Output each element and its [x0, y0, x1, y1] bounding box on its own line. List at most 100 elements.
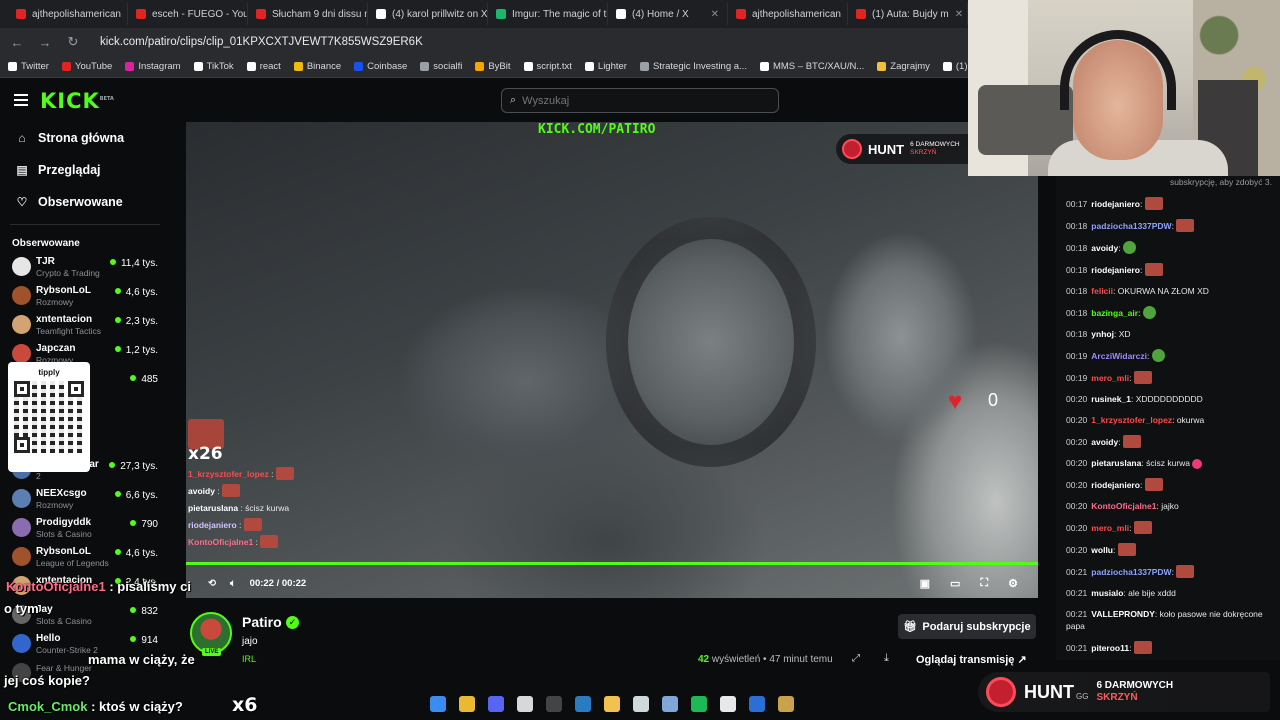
browser-tab[interactable]: esceh - FUEGO - YouTube✕ — [128, 3, 248, 25]
streamer-name[interactable]: Patiro — [242, 614, 282, 630]
bookmark-item[interactable]: Lighter — [584, 61, 627, 72]
chat-username[interactable]: felicii — [1091, 286, 1113, 296]
bookmark-item[interactable]: MMS – BTC/XAU/N... — [759, 61, 864, 72]
bookmark-label: socialfi — [433, 61, 463, 72]
chat-username[interactable]: rusinek_1 — [1091, 394, 1131, 404]
followed-channel[interactable]: xntentacion Teamfight Tactics 2,3 tys. — [0, 311, 170, 340]
followed-channel[interactable]: TJR Crypto & Trading 11,4 tys. — [0, 253, 170, 282]
c-app-icon[interactable] — [633, 696, 649, 712]
browser-tab[interactable]: Słucham 9 dni dissu na✕ — [248, 3, 368, 25]
hunt-banner-gg: GG — [1076, 691, 1089, 701]
overlay-line-text: : ktoś w ciąży? — [91, 699, 183, 714]
chat-username[interactable]: riodejaniero — [1091, 199, 1140, 209]
chat-username[interactable]: mero_mli — [1091, 523, 1129, 533]
bookmark-item[interactable]: script.txt — [523, 61, 572, 72]
reload-icon[interactable]: ↻ — [66, 34, 80, 50]
download-icon[interactable]: ⤓ — [884, 652, 889, 665]
pen-icon[interactable] — [778, 696, 794, 712]
bookmark-item[interactable]: (1) DeFi Warhol on... — [942, 61, 968, 72]
x-app-icon[interactable] — [749, 696, 765, 712]
menu-icon[interactable] — [14, 94, 28, 106]
watch-stream-button[interactable]: Oglądaj transmisję ↗ — [916, 653, 1027, 666]
bookmark-item[interactable]: Coinbase — [354, 61, 407, 72]
discord-icon[interactable] — [488, 696, 504, 712]
notepad-icon[interactable] — [517, 696, 533, 712]
followed-channel[interactable]: NEEXcsgo Rozmowy 6,6 tys. — [0, 485, 170, 514]
bookmark-item[interactable]: Zagrajmy — [877, 61, 930, 72]
kick-logo[interactable]: KICKBETA — [40, 89, 114, 113]
chat-username[interactable]: ArcziWidarczi — [1091, 351, 1147, 361]
settings-icon[interactable]: ⚙ — [1008, 577, 1018, 590]
url-field[interactable]: kick.com/patiro/clips/clip_01KPXCXTJVEWT… — [100, 36, 423, 48]
bookmark-item[interactable]: ByBit — [475, 61, 511, 72]
chat-username[interactable]: wollu — [1091, 545, 1113, 555]
bookmark-icon — [475, 62, 485, 71]
chat-username[interactable]: pietaruslana — [1091, 458, 1141, 468]
obs-icon[interactable] — [546, 696, 562, 712]
chat-username[interactable]: riodejaniero — [1091, 265, 1140, 275]
browser-tab[interactable]: ajthepolishamerican✕ — [8, 3, 128, 25]
tool-icon[interactable] — [662, 696, 678, 712]
channel-viewers: 914 — [130, 635, 158, 646]
channel-viewers: 790 — [130, 519, 158, 530]
share-icon[interactable]: ⤢ — [852, 653, 860, 664]
chat-message: 00:20 pietaruslana: ścisz kurwa — [1056, 453, 1280, 474]
close-tab-icon[interactable]: ✕ — [711, 9, 719, 20]
bookmark-item[interactable]: socialfi — [420, 61, 462, 72]
sidebar-nav-item[interactable]: ♡ Obserwowane — [0, 186, 170, 218]
chat-username[interactable]: ynhoj — [1091, 329, 1114, 339]
miniplayer-icon[interactable]: ▣ — [920, 577, 930, 590]
steam-icon[interactable] — [575, 696, 591, 712]
bookmark-item[interactable]: react — [246, 61, 281, 72]
bookmark-item[interactable]: Strategic Investing a... — [639, 61, 747, 72]
chat-username[interactable]: bazinga_air — [1091, 308, 1138, 318]
theater-icon[interactable]: ▭ — [950, 577, 960, 590]
bookmark-item[interactable]: YouTube — [61, 61, 112, 72]
forward-icon[interactable]: → — [38, 35, 52, 50]
chat-username[interactable]: padziocha1337PDW — [1091, 567, 1171, 577]
followed-channel[interactable]: Prodigyddk Slots & Casino 790 — [0, 514, 170, 543]
bookmark-item[interactable]: Binance — [293, 61, 341, 72]
close-tab-icon[interactable]: ✕ — [955, 9, 963, 20]
chat-username[interactable]: piteroo11 — [1091, 643, 1129, 653]
spotify-icon[interactable] — [691, 696, 707, 712]
followed-channel[interactable]: RybsonLoL Rozmowy 4,6 tys. — [0, 282, 170, 311]
bookmark-icon — [8, 62, 17, 71]
browser-tab[interactable]: ajthepolishamerican✕ — [728, 3, 848, 25]
chat-username[interactable]: mero_mli — [1091, 373, 1129, 383]
video-player[interactable]: KICK.COM/PATIRO HUNT 6 DARMOWYCH SKRZYŃ ♥… — [186, 122, 1038, 598]
browser-tab[interactable]: (4) Home / X ✕ — [608, 3, 728, 25]
bookmark-item[interactable]: Instagram — [125, 61, 181, 72]
browser-tab[interactable]: Imgur: The magic of the✕ — [488, 3, 608, 25]
camera-icon[interactable] — [720, 696, 736, 712]
chat-username[interactable]: padziocha1337PDW — [1091, 221, 1171, 231]
back-icon[interactable]: ← — [10, 35, 24, 50]
search-box[interactable]: ⌕ — [501, 88, 779, 113]
bookmark-item[interactable]: TikTok — [193, 61, 234, 72]
chat-username[interactable]: avoidy — [1091, 243, 1118, 253]
overlay-chat-line: avoidy : — [188, 483, 338, 500]
browser-tab[interactable]: (1) Auta: Bujdy m ✕ — [848, 3, 968, 25]
chat-username[interactable]: riodejaniero — [1091, 480, 1140, 490]
replay-icon[interactable]: ⟲ — [208, 578, 216, 589]
browser-tab[interactable]: (4) karol prillwitz on X✕ — [368, 3, 488, 25]
fullscreen-icon[interactable]: ⛶ — [980, 577, 988, 590]
volume-icon[interactable]: 🔈︎ — [230, 578, 236, 589]
chat-username[interactable]: musialo — [1091, 588, 1123, 598]
bookmark-icon — [877, 62, 887, 71]
followed-channel[interactable]: RybsonLoL League of Legends 4,6 tys. — [0, 543, 170, 572]
stream-category[interactable]: IRL — [242, 654, 256, 664]
gift-subscription-button[interactable]: 🎁︎ Podaruj subskrypcje — [898, 614, 1036, 639]
seek-bar[interactable] — [186, 562, 1038, 565]
search-input[interactable] — [522, 94, 763, 107]
chrome-icon[interactable] — [459, 696, 475, 712]
bookmark-item[interactable]: Twitter — [8, 61, 49, 72]
chat-username[interactable]: avoidy — [1091, 437, 1118, 447]
chat-username[interactable]: KontoOficjalne1 — [1091, 501, 1156, 511]
folder-icon[interactable] — [604, 696, 620, 712]
sidebar-nav-item[interactable]: ▤ Przeglądaj — [0, 154, 170, 186]
sidebar-nav-item[interactable]: ⌂ Strona główna — [0, 122, 170, 154]
chat-username[interactable]: 1_krzysztofer_lopez — [1091, 415, 1172, 425]
chat-username[interactable]: VALLEPRONDY — [1091, 609, 1155, 619]
windows-icon[interactable] — [430, 696, 446, 712]
